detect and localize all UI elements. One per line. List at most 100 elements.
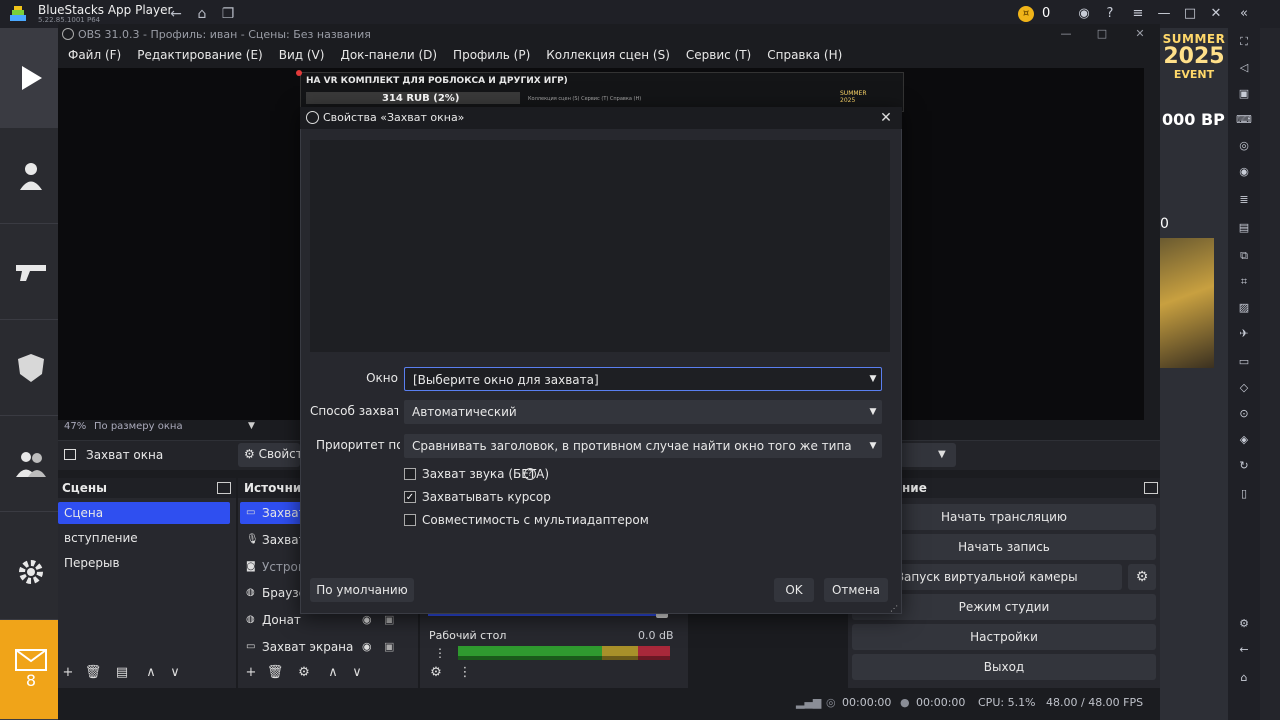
help-circle-icon[interactable]: ? (524, 468, 536, 480)
zoom-mode[interactable]: По размеру окна (94, 421, 183, 432)
multiadapter-compat-checkbox[interactable] (404, 514, 416, 526)
menu-profile[interactable]: Профиль (P) (447, 46, 536, 68)
volume-icon[interactable]: ◁ (1236, 60, 1252, 76)
menu-edit[interactable]: Редактирование (E) (131, 46, 268, 68)
sidebar-back-icon[interactable]: ← (1236, 642, 1252, 658)
scene-item-break[interactable]: Перерыв (58, 552, 232, 574)
photo-icon[interactable]: ▨ (1236, 300, 1252, 316)
virtual-camera-settings-icon[interactable]: ⚙ (1128, 564, 1156, 590)
window-select[interactable]: [Выберите окно для захвата] (404, 367, 882, 391)
capture-method-select[interactable]: Автоматический (404, 400, 882, 424)
fullscreen-icon[interactable]: ⛶ (1236, 34, 1252, 50)
location-icon[interactable]: ⊙ (1236, 406, 1252, 422)
multiadapter-compat-label[interactable]: Совместимость с мультиадаптером (422, 513, 649, 527)
resize-icon[interactable]: ▭ (1236, 354, 1252, 370)
dialog-close-icon[interactable]: ✕ (878, 110, 894, 126)
record-icon[interactable]: ◉ (1236, 164, 1252, 180)
settings-item[interactable] (0, 524, 62, 620)
mail-item[interactable]: 8 (0, 620, 62, 720)
home-icon[interactable]: ⌂ (192, 4, 212, 24)
remove-source-icon[interactable]: 🗑 (265, 664, 285, 682)
weapon-item[interactable] (0, 224, 62, 320)
exit-button[interactable]: Выход (852, 654, 1156, 680)
window-match-priority-select[interactable]: Сравнивать заголовок, в противном случае… (404, 434, 882, 458)
lock-icon[interactable]: ▣ (384, 613, 394, 626)
chevron-down-icon[interactable]: ▼ (868, 407, 878, 417)
coin-icon[interactable]: ¤ (1018, 6, 1034, 22)
menu-file[interactable]: Файл (F) (62, 46, 127, 68)
eraser-icon[interactable]: ◇ (1236, 380, 1252, 396)
multi-instance-icon[interactable]: ≣ (1236, 192, 1252, 208)
toolbar-combo[interactable] (900, 443, 956, 467)
add-source-icon[interactable]: + (241, 664, 261, 682)
eye-icon[interactable]: ◉ (362, 613, 372, 626)
mixer-track-menu-icon[interactable]: ⋮ (434, 646, 446, 660)
armor-item[interactable] (0, 320, 62, 416)
game-reward-image[interactable] (1160, 238, 1214, 368)
menu-scene-collection[interactable]: Коллекция сцен (S) (540, 46, 676, 68)
menu-tools[interactable]: Сервис (T) (680, 46, 757, 68)
airplane-icon[interactable]: ✈ (1236, 326, 1252, 342)
resize-grip-icon[interactable]: ⋰ (890, 604, 898, 613)
macro-icon[interactable]: ◎ (1236, 138, 1252, 154)
character-item[interactable] (0, 128, 62, 224)
mixer-menu-icon[interactable]: ⋮ (455, 664, 475, 682)
menu-help[interactable]: Справка (H) (761, 46, 848, 68)
sync-icon[interactable]: ↻ (1236, 458, 1252, 474)
settings-button[interactable]: Настройки (852, 624, 1156, 650)
source-item-screen-capture[interactable]: ▭ Захват экрана ◉ ▣ (240, 636, 416, 658)
team-item[interactable] (0, 416, 62, 512)
scene-item-scene[interactable]: Сцена (58, 502, 230, 524)
install-apk-icon[interactable]: ▣ (1236, 86, 1252, 102)
move-source-up-icon[interactable]: ∧ (323, 664, 343, 682)
scene-filters-icon[interactable]: ▤ (112, 664, 132, 682)
minimize-icon[interactable]: — (1154, 4, 1174, 24)
screenshot-icon[interactable]: ⧉ (1236, 248, 1252, 264)
help-icon[interactable]: ? (1100, 4, 1120, 24)
chevron-down-icon[interactable]: ▼ (868, 441, 878, 451)
back-arrow-icon[interactable]: ← (166, 4, 186, 24)
obs-maximize-icon[interactable]: □ (1094, 26, 1110, 42)
capture-audio-checkbox[interactable] (404, 468, 416, 480)
menu-icon[interactable]: ≡ (1128, 4, 1148, 24)
chevron-down-icon[interactable]: ▼ (868, 374, 878, 384)
ok-button[interactable]: OK (774, 578, 814, 602)
source-settings-icon[interactable]: ⚙ (294, 664, 314, 682)
move-scene-up-icon[interactable]: ∧ (141, 664, 161, 682)
eye-icon[interactable]: ◉ (362, 640, 372, 653)
play-button[interactable] (0, 28, 62, 128)
scan-icon[interactable]: ⌗ (1236, 274, 1252, 290)
collapse-sidebar-icon[interactable]: « (1234, 4, 1254, 24)
split-icon[interactable]: ▯ (1236, 486, 1252, 502)
obs-close-icon[interactable]: ✕ (1132, 26, 1148, 42)
capture-cursor-label[interactable]: Захватывать курсор (422, 490, 551, 504)
source-properties-button[interactable]: ⚙ Свойства (238, 443, 300, 467)
tabs-icon[interactable]: ❐ (218, 4, 238, 24)
move-source-down-icon[interactable]: ∨ (347, 664, 367, 682)
undock-icon[interactable] (1144, 482, 1158, 494)
defaults-button[interactable]: По умолчанию (310, 578, 414, 602)
lock-icon[interactable]: ▣ (384, 640, 394, 653)
maximize-icon[interactable]: □ (1180, 4, 1200, 24)
chevron-down-icon[interactable]: ▼ (938, 449, 946, 460)
layers-icon[interactable]: ◈ (1236, 432, 1252, 448)
summer-event-banner[interactable]: SUMMER 2025 EVENT (1160, 32, 1228, 92)
mixer-settings-icon[interactable]: ⚙ (426, 664, 446, 682)
obs-minimize-icon[interactable]: — (1058, 26, 1074, 42)
source-anchor-handle[interactable] (296, 70, 302, 76)
sidebar-settings-icon[interactable]: ⚙ (1236, 616, 1252, 632)
move-scene-down-icon[interactable]: ∨ (165, 664, 185, 682)
account-icon[interactable]: ◉ (1074, 4, 1094, 24)
capture-cursor-checkbox[interactable]: ✓ (404, 491, 416, 503)
keyboard-icon[interactable]: ⌨ (1236, 112, 1252, 128)
menu-view[interactable]: Вид (V) (273, 46, 331, 68)
apk-icon[interactable]: ▤ (1236, 220, 1252, 236)
cancel-button[interactable]: Отмена (824, 578, 888, 602)
scene-item-intro[interactable]: вступление (58, 527, 232, 549)
close-icon[interactable]: ✕ (1206, 4, 1226, 24)
remove-scene-icon[interactable]: 🗑 (83, 664, 103, 682)
add-scene-icon[interactable]: + (58, 664, 78, 682)
undock-icon[interactable] (217, 482, 231, 494)
sidebar-home-icon[interactable]: ⌂ (1236, 670, 1252, 686)
zoom-dropdown-icon[interactable]: ▼ (248, 421, 255, 431)
